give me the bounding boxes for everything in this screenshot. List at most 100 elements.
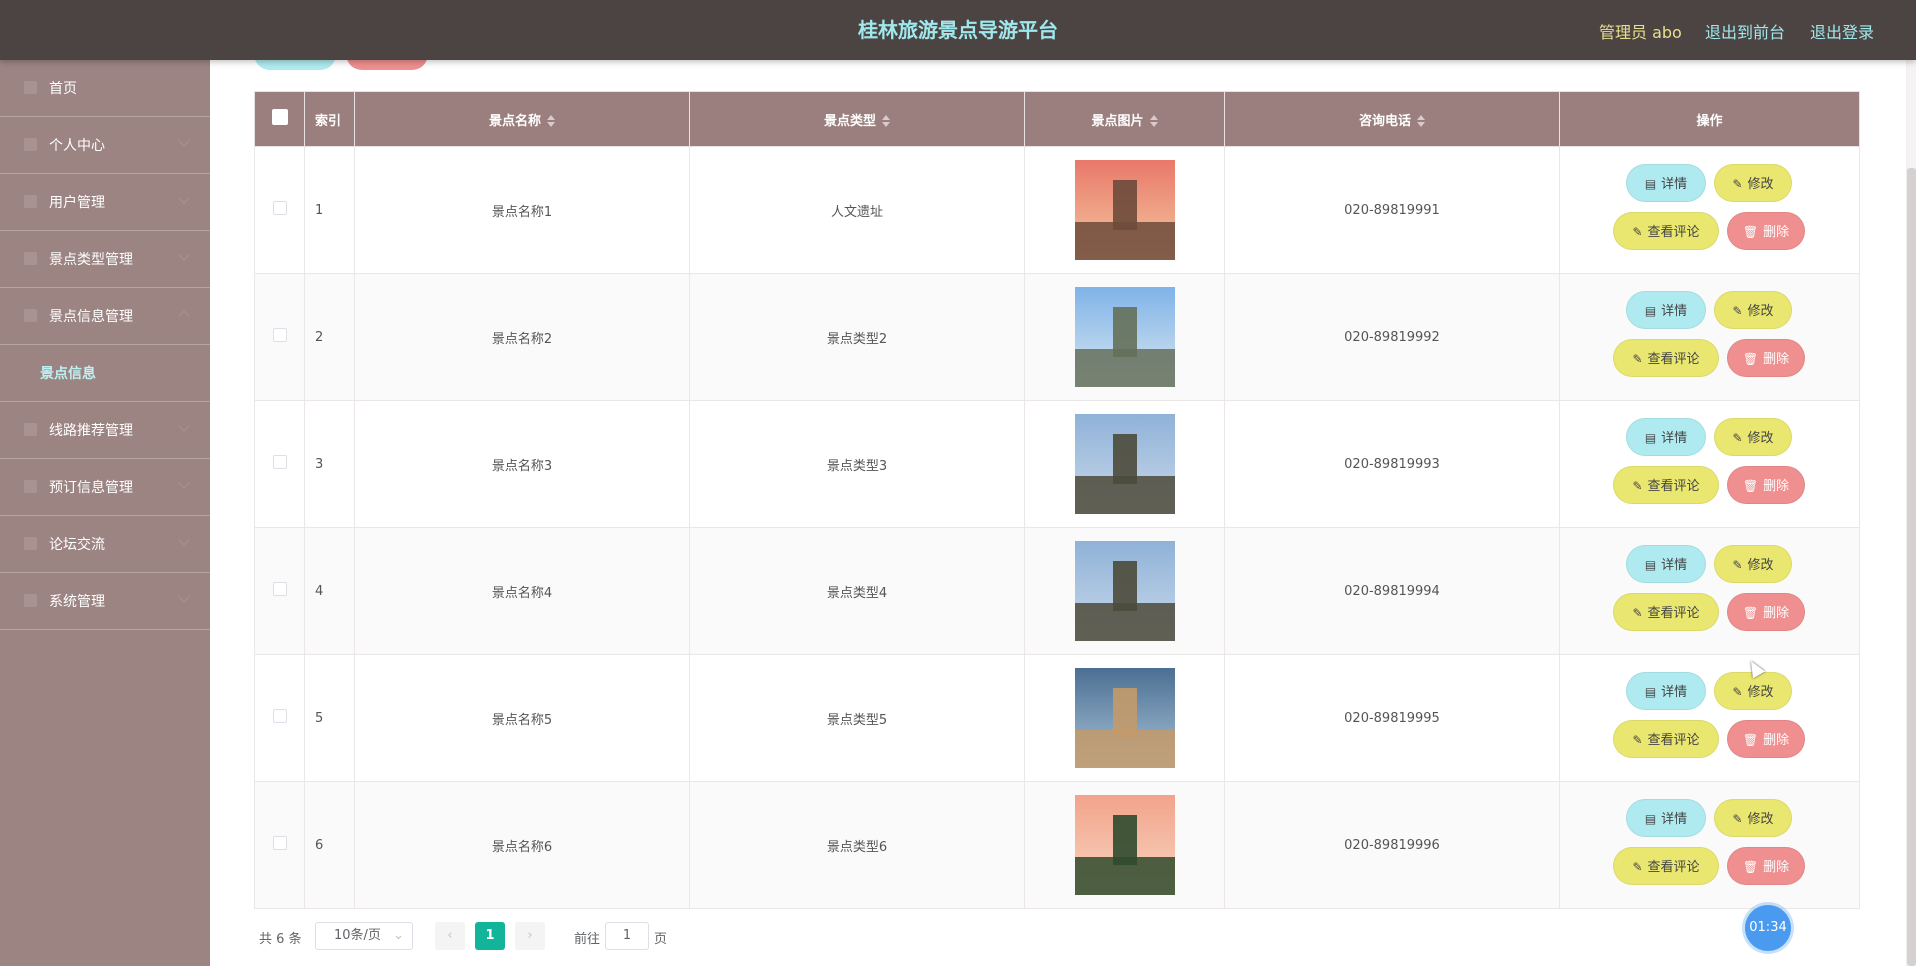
sidebar-item-home[interactable]: 首页 <box>0 60 210 117</box>
column-header-label: 景点类型 <box>823 113 876 129</box>
spot-image[interactable] <box>1074 287 1175 387</box>
detail-button[interactable]: ▤ 详情 <box>1626 164 1706 202</box>
view-reviews-button[interactable]: ✎ 查看评论 <box>1613 593 1719 631</box>
spot-name-cell: 景点名称5 <box>354 654 690 782</box>
row-checkbox[interactable] <box>272 709 287 723</box>
spot-image[interactable] <box>1074 414 1175 514</box>
detail-button[interactable]: ▤ 详情 <box>1626 545 1706 583</box>
prev-page-button[interactable]: ‹ <box>435 922 465 950</box>
delete-button[interactable]: 🗑 删除 <box>1727 720 1805 758</box>
sort-icon[interactable] <box>1149 114 1158 128</box>
sidebar-item-user-management[interactable]: 用户管理 <box>0 174 210 231</box>
delete-button[interactable]: 🗑 删除 <box>1727 593 1805 631</box>
page-size-select[interactable]: 10条/页 ⌄ <box>315 922 413 950</box>
view-reviews-button[interactable]: ✎ 查看评论 <box>1613 339 1719 377</box>
chevron-down-icon <box>178 591 190 603</box>
sidebar-item-system-management[interactable]: 系统管理 <box>0 573 210 630</box>
edit-button[interactable]: ✎ 修改 <box>1714 799 1792 837</box>
timer-badge[interactable]: 01:34 <box>1745 905 1791 951</box>
view-reviews-button[interactable]: ✎ 查看评论 <box>1613 466 1719 504</box>
category-icon <box>24 252 37 265</box>
edit-button[interactable]: ✎ 修改 <box>1714 545 1792 583</box>
edit-button[interactable]: ✎ 修改 <box>1714 164 1792 202</box>
delete-button[interactable]: 🗑 删除 <box>1727 466 1805 504</box>
spot-table: 索引 景点名称 景点类型 景点图片 咨询电话 操作 1 景点名称1 人文遗址 020-… <box>254 91 1860 909</box>
column-header-phone[interactable]: 咨询电话 <box>1224 91 1560 147</box>
exit-to-front-link[interactable]: 退出到前台 <box>1705 19 1785 43</box>
chevron-up-icon <box>178 310 190 322</box>
column-header-image[interactable]: 景点图片 <box>1024 91 1225 147</box>
current-user-label: 管理员 abo <box>1599 23 1682 42</box>
sidebar-item-route-management[interactable]: 线路推荐管理 <box>0 402 210 459</box>
delete-button[interactable]: 🗑 删除 <box>1727 339 1805 377</box>
row-select-cell <box>254 273 305 401</box>
row-index: 5 <box>304 654 355 782</box>
row-select-cell <box>254 654 305 782</box>
spot-image[interactable] <box>1074 795 1175 895</box>
row-checkbox[interactable] <box>272 836 287 850</box>
spot-image[interactable] <box>1074 668 1175 768</box>
sidebar-item-personal-center[interactable]: 个人中心 <box>0 117 210 174</box>
column-header-type[interactable]: 景点类型 <box>689 91 1025 147</box>
row-checkbox[interactable] <box>272 455 287 469</box>
sidebar-item-booking-management[interactable]: 预订信息管理 <box>0 459 210 516</box>
spot-image[interactable] <box>1074 541 1175 641</box>
column-header-name[interactable]: 景点名称 <box>354 91 690 147</box>
spot-type-cell: 景点类型2 <box>689 273 1025 401</box>
edit-icon: ✎ <box>1632 606 1643 620</box>
location-icon <box>24 309 37 322</box>
actions-cell: ▤ 详情 ✎ 修改 ✎ 查看评论 🗑 删除 <box>1559 527 1860 655</box>
sort-icon[interactable] <box>547 114 555 128</box>
select-all-checkbox[interactable] <box>271 109 288 125</box>
chevron-left-icon: ‹ <box>447 928 453 943</box>
sidebar-item-spot-info-management[interactable]: 景点信息管理 <box>0 288 210 345</box>
logout-link[interactable]: 退出登录 <box>1810 19 1874 43</box>
view-reviews-button[interactable]: ✎ 查看评论 <box>1613 212 1719 250</box>
table-row: 6 景点名称6 景点类型6 020-89819996 ▤ 详情 ✎ 修改 ✎ 查看评论 🗑 删除 <box>254 781 1860 909</box>
next-page-button[interactable]: › <box>515 922 545 950</box>
page-number-button[interactable]: 1 <box>475 922 505 950</box>
sort-icon[interactable] <box>1417 114 1425 128</box>
sort-icon[interactable] <box>882 114 890 128</box>
sidebar-item-label: 线路推荐管理 <box>49 423 133 439</box>
row-checkbox[interactable] <box>272 328 287 342</box>
view-reviews-button[interactable]: ✎ 查看评论 <box>1613 847 1719 885</box>
edit-label: 修改 <box>1747 685 1774 700</box>
delete-label: 删除 <box>1763 479 1790 494</box>
table-row: 4 景点名称4 景点类型4 020-89819994 ▤ 详情 ✎ 修改 ✎ 查看评论 🗑 删除 <box>254 527 1860 655</box>
edit-button[interactable]: ✎ 修改 <box>1714 291 1792 329</box>
sidebar-subitem-spot-info[interactable]: 景点信息 <box>0 345 210 402</box>
edit-button[interactable]: ✎ 修改 <box>1714 418 1792 456</box>
delete-label: 删除 <box>1763 606 1790 621</box>
detail-button[interactable]: ▤ 详情 <box>1626 799 1706 837</box>
view-reviews-label: 查看评论 <box>1647 733 1700 748</box>
sidebar-item-spot-type-management[interactable]: 景点类型管理 <box>0 231 210 288</box>
row-checkbox[interactable] <box>272 201 287 215</box>
spot-image-cell <box>1024 400 1225 528</box>
row-checkbox[interactable] <box>272 582 287 596</box>
row-select-cell <box>254 781 305 909</box>
scrollbar-thumb[interactable] <box>1907 168 1916 966</box>
sidebar-item-forum[interactable]: 论坛交流 <box>0 516 210 573</box>
spot-type-cell: 景点类型3 <box>689 400 1025 528</box>
detail-button[interactable]: ▤ 详情 <box>1626 418 1706 456</box>
table-header-row: 索引 景点名称 景点类型 景点图片 咨询电话 操作 <box>254 91 1860 147</box>
goto-page-input[interactable]: 1 <box>605 922 649 950</box>
table-row: 1 景点名称1 人文遗址 020-89819991 ▤ 详情 ✎ 修改 ✎ 查看评论 🗑 删除 <box>254 146 1860 274</box>
detail-button[interactable]: ▤ 详情 <box>1626 672 1706 710</box>
spot-type-cell: 景点类型5 <box>689 654 1025 782</box>
phone-cell: 020-89819993 <box>1224 400 1560 528</box>
detail-label: 详情 <box>1661 558 1688 573</box>
edit-icon: ✎ <box>1732 558 1743 572</box>
spot-name-cell: 景点名称1 <box>354 146 690 274</box>
sidebar-item-label: 个人中心 <box>49 138 105 154</box>
user-icon <box>24 138 37 151</box>
delete-button[interactable]: 🗑 删除 <box>1727 212 1805 250</box>
chevron-down-icon <box>178 477 190 489</box>
view-reviews-button[interactable]: ✎ 查看评论 <box>1613 720 1719 758</box>
row-index: 6 <box>304 781 355 909</box>
delete-button[interactable]: 🗑 删除 <box>1727 847 1805 885</box>
spot-image[interactable] <box>1074 160 1175 260</box>
trash-icon: 🗑 <box>1742 860 1759 874</box>
detail-button[interactable]: ▤ 详情 <box>1626 291 1706 329</box>
